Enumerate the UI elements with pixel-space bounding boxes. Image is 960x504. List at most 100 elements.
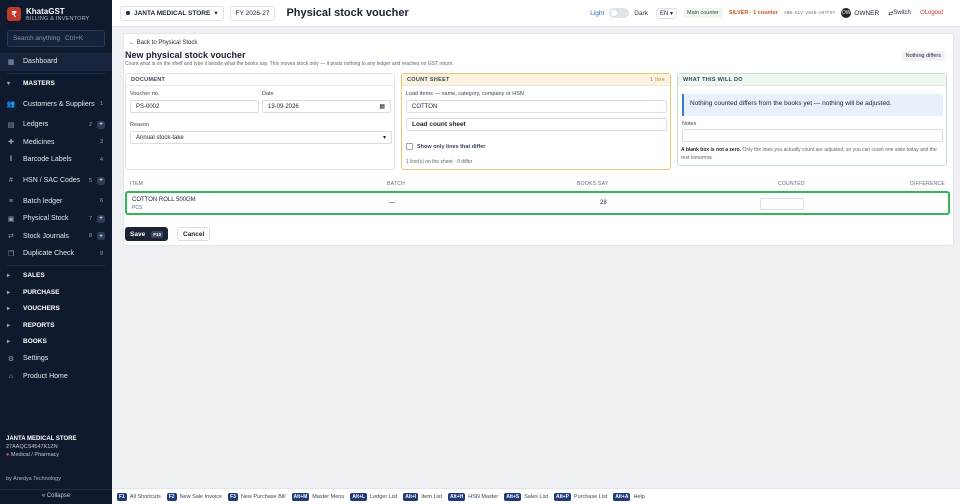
search-input[interactable]: Search anything Ctrl+K: [7, 30, 105, 47]
section-label: PURCHASE: [23, 288, 60, 296]
counted-input[interactable]: [760, 198, 804, 210]
add-physical-stock-button[interactable]: +: [97, 214, 105, 223]
avatar[interactable]: OW: [841, 8, 852, 18]
sidebar-item-count: 1: [99, 101, 103, 107]
theme-dark-label[interactable]: Dark: [634, 10, 648, 17]
section-label: BOOKS: [23, 338, 47, 346]
shortcut-all[interactable]: F1 All Shortcuts: [117, 492, 161, 501]
date-value: 13-09-2026: [268, 103, 299, 110]
add-ledger-button[interactable]: +: [97, 120, 105, 129]
shortcut-key: Alt+I: [403, 492, 419, 501]
sidebar-item-medicines[interactable]: ✚ Medicines 3: [0, 134, 112, 152]
row-books-say: 28: [600, 200, 607, 206]
col-counted: COUNTED: [778, 181, 805, 187]
sidebar-item-label: Duplicate Check: [23, 250, 74, 258]
shortcut-key: F2: [166, 492, 177, 501]
reason-value: Annual stock-take: [136, 134, 184, 141]
notes-label: Notes: [682, 121, 697, 127]
collapse-button[interactable]: « Collapse: [0, 489, 112, 499]
brand[interactable]: ₹ KhataGST BILLING & INVENTORY: [0, 0, 112, 28]
count-summary: 1 line(s) on the sheet · 0 differ: [406, 159, 473, 165]
document-header: DOCUMENT: [126, 74, 394, 86]
layers-icon: ≡: [8, 197, 14, 205]
shortcut-label: Ledger List: [370, 493, 398, 500]
show-differ-checkbox[interactable]: [406, 143, 413, 150]
calendar-icon[interactable]: ▦: [379, 103, 385, 110]
sidebar-item-duplicate-check[interactable]: ❐ Duplicate Check 9: [0, 245, 112, 263]
voucher-title: New physical stock voucher: [125, 50, 246, 60]
sidebar-item-physical-stock[interactable]: ▣ Physical Stock 7 +: [0, 210, 112, 228]
sidebar-item-hsn-sac[interactable]: # HSN / SAC Codes 5 +: [0, 169, 112, 193]
fy-selector[interactable]: FY 2026-27: [229, 5, 276, 21]
language-select[interactable]: EN ▾: [656, 7, 678, 19]
sidebar-item-label: Settings: [23, 355, 49, 363]
page-title: Physical stock voucher: [286, 7, 409, 19]
table-row[interactable]: COTTON ROLL 500GM PCS — 28: [125, 191, 950, 215]
sidebar-item-label: HSN / SAC Codes: [23, 177, 81, 184]
sidebar-item-barcode-labels[interactable]: ‖ Barcode Labels 4: [0, 151, 112, 169]
divider: [7, 264, 105, 266]
load-items-input[interactable]: COTTON: [406, 100, 667, 113]
section-label: VOUCHERS: [23, 305, 60, 313]
section-masters[interactable]: ▾ MASTERS: [0, 76, 112, 93]
theme-light-label[interactable]: Light: [590, 10, 604, 17]
section-purchase[interactable]: ▸ PURCHASE: [0, 284, 112, 301]
shortcut-master-menu[interactable]: Alt+M Master Menu: [291, 492, 344, 501]
section-books[interactable]: ▸ BOOKS: [0, 334, 112, 351]
chevron-right-icon: ▸: [7, 273, 11, 280]
status-badge: Nothing differs: [901, 51, 945, 61]
sidebar-item-dashboard[interactable]: ▦ Dashboard: [0, 53, 112, 71]
shortcut-key: Alt+P: [553, 492, 571, 501]
shortcut-ledger-list[interactable]: Alt+L Ledger List: [350, 492, 398, 501]
section-vouchers[interactable]: ▸ VOUCHERS: [0, 301, 112, 318]
sidebar-item-count: 2: [88, 121, 92, 128]
section-reports[interactable]: ▸ REPORTS: [0, 317, 112, 334]
sidebar-item-product-home[interactable]: ⌂ Product Home: [0, 368, 112, 386]
sidebar-item-count: 7: [88, 215, 92, 222]
shortcut-bar: F1 All Shortcuts F2 New Sale Invoice F3 New…: [112, 488, 960, 504]
shortcut-key: Alt+M: [291, 492, 310, 501]
load-count-sheet-button[interactable]: Load count sheet: [406, 118, 667, 131]
cancel-button[interactable]: Cancel: [177, 227, 211, 241]
shortcut-new-purchase[interactable]: F3 New Purchase Bill: [228, 492, 286, 501]
date-field[interactable]: 13-09-2026 ▦: [262, 100, 391, 113]
will-do-header: WHAT THIS WILL DO: [678, 74, 946, 86]
sidebar-item-customers-suppliers[interactable]: 👥 Customers & Suppliers 1: [0, 92, 112, 116]
blank-box-note: A blank box is not a zero. Only the line…: [681, 146, 943, 162]
add-hsn-button[interactable]: +: [97, 176, 105, 185]
sidebar-item-batch-ledger[interactable]: ≡ Batch ledger 6: [0, 193, 112, 211]
shortcut-label: HSN Master: [468, 493, 499, 500]
save-shortcut: F10: [151, 230, 163, 238]
shortcut-sales-list[interactable]: Alt+S Sales List: [504, 492, 548, 501]
shortcut-help[interactable]: Alt+A Help: [613, 492, 645, 501]
shortcut-item-list[interactable]: Alt+I Item List: [403, 492, 442, 501]
sidebar-item-settings[interactable]: ⚙ Settings: [0, 350, 112, 368]
switch-button[interactable]: ⇄ Switch: [888, 10, 911, 17]
store-dot-icon: [126, 11, 130, 15]
language-value: EN: [660, 10, 669, 17]
add-stock-journal-button[interactable]: +: [97, 232, 105, 241]
store-selector[interactable]: JANTA MEDICAL STORE ▾: [120, 5, 224, 21]
shortcut-hsn-master[interactable]: Alt+H HSN Master: [448, 492, 499, 501]
shortcut-new-sale[interactable]: F2 New Sale Invoice: [166, 492, 222, 501]
shortcut-key: Alt+S: [504, 492, 522, 501]
back-link[interactable]: ← Back to Physical Stock: [129, 40, 197, 46]
reason-select[interactable]: Annual stock-take ▾: [130, 131, 392, 144]
notes-field[interactable]: [682, 129, 943, 142]
save-button[interactable]: Save F10: [125, 227, 168, 241]
section-label: MASTERS: [23, 80, 55, 88]
logout-button[interactable]: ⏻ Logout: [920, 10, 943, 17]
col-item: ITEM: [130, 181, 144, 187]
home-icon: ⌂: [8, 372, 14, 380]
counter-badge[interactable]: Main counter: [683, 8, 723, 18]
book-icon: ▤: [7, 121, 15, 129]
voucher-no-field[interactable]: PS-0002: [130, 100, 259, 113]
fy-label: FY 2026-27: [235, 9, 270, 17]
brand-sub: BILLING & INVENTORY: [26, 15, 90, 22]
sidebar-item-ledgers[interactable]: ▤ Ledgers 2 +: [0, 116, 112, 134]
shortcut-purchase-list[interactable]: Alt+P Purchase List: [553, 492, 607, 501]
section-sales[interactable]: ▸ SALES: [0, 268, 112, 285]
sidebar-item-stock-journals[interactable]: ⇄ Stock Journals 8 +: [0, 228, 112, 246]
logout-label: Logout: [924, 10, 943, 16]
theme-toggle[interactable]: [609, 8, 630, 18]
